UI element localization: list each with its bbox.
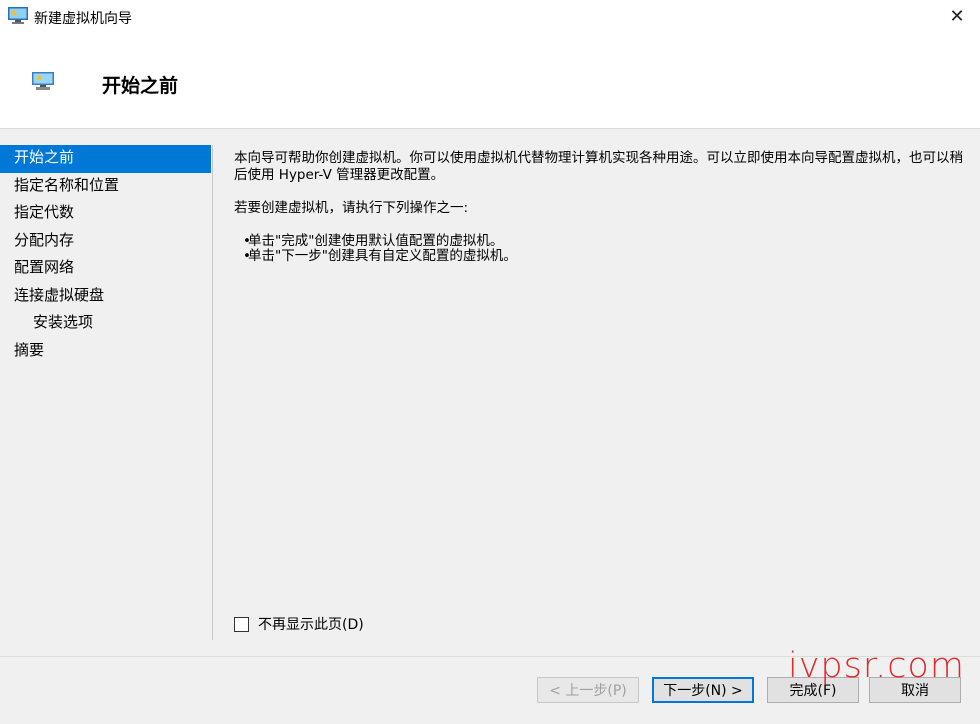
dont-show-again-row[interactable]: 不再显示此页(D) [234, 614, 364, 634]
nav-item-installation-options[interactable]: 安装选项 [0, 310, 212, 338]
page-title: 开始之前 [102, 75, 179, 97]
options-list: 单击"完成"创建使用默认值配置的虚拟机。 单击"下一步"创建具有自定义配置的虚拟… [234, 234, 964, 265]
previous-button[interactable]: < 上一步(P) [537, 677, 639, 703]
header-banner: 开始之前 [0, 34, 980, 129]
wizard-steps-nav: 开始之前 指定名称和位置 指定代数 分配内存 配置网络 连接虚拟硬盘 安装选项 … [0, 145, 212, 365]
watermark: ivpsr.com [788, 646, 965, 686]
nav-item-memory[interactable]: 分配内存 [0, 228, 212, 256]
main-content: 本向导可帮助你创建虚拟机。你可以使用虚拟机代替物理计算机实现各种用途。可以立即使… [234, 150, 964, 264]
title-bar: 新建虚拟机向导 ✕ [0, 0, 980, 34]
close-icon[interactable]: ✕ [934, 0, 980, 32]
window-title: 新建虚拟机向导 [34, 11, 132, 27]
nav-item-before-you-begin[interactable]: 开始之前 [0, 145, 211, 173]
dont-show-again-label[interactable]: 不再显示此页(D) [258, 614, 364, 634]
next-button[interactable]: 下一步(N) > [652, 677, 754, 703]
nav-item-name-and-location[interactable]: 指定名称和位置 [0, 173, 212, 201]
nav-item-generation[interactable]: 指定代数 [0, 200, 212, 228]
dont-show-again-checkbox[interactable] [234, 616, 249, 632]
list-item: 单击"完成"创建使用默认值配置的虚拟机。 [234, 234, 964, 250]
nav-item-summary[interactable]: 摘要 [0, 338, 212, 366]
nav-item-networking[interactable]: 配置网络 [0, 255, 212, 283]
virtual-machine-icon [32, 72, 54, 90]
nav-divider [212, 145, 213, 640]
hyper-v-app-icon [8, 7, 28, 24]
list-item: 单击"下一步"创建具有自定义配置的虚拟机。 [234, 249, 964, 265]
instruction-paragraph: 若要创建虚拟机，请执行下列操作之一: [234, 200, 469, 216]
intro-paragraph: 本向导可帮助你创建虚拟机。你可以使用虚拟机代替物理计算机实现各种用途。可以立即使… [234, 150, 963, 183]
nav-item-virtual-hard-disk[interactable]: 连接虚拟硬盘 [0, 283, 212, 311]
